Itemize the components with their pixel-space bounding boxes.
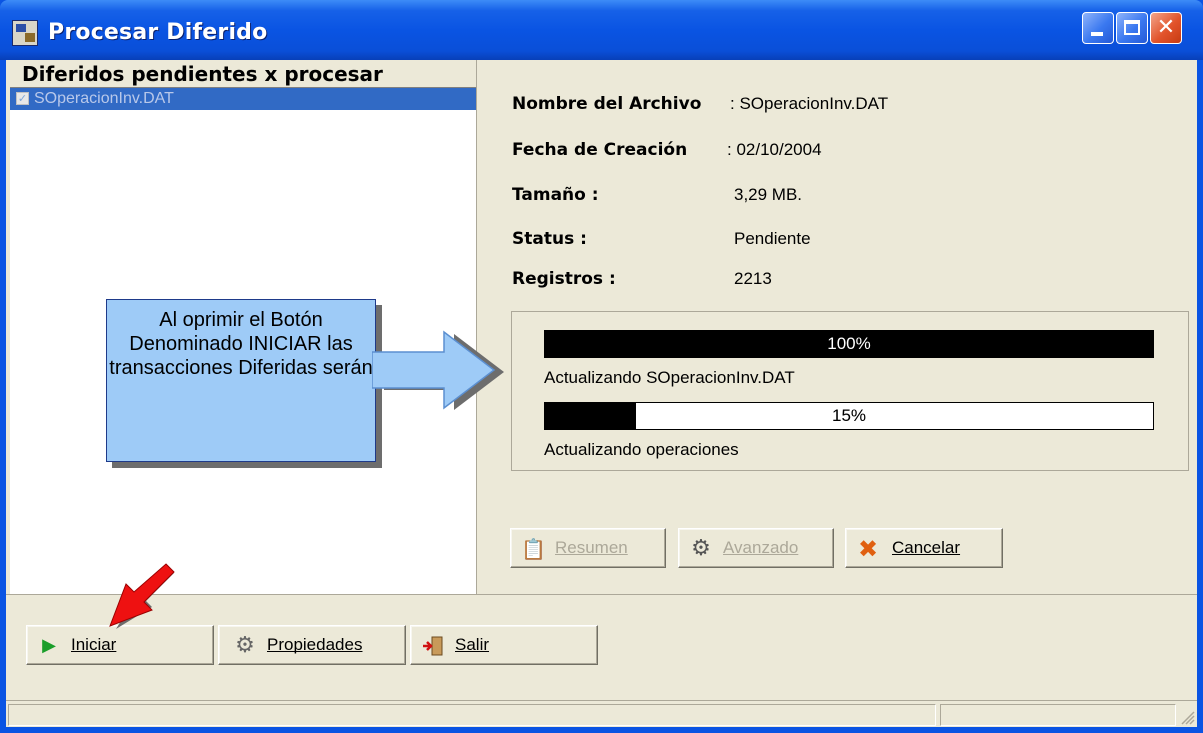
details-panel: Nombre del Archivo : SOperacionInv.DAT F… [480,60,1197,594]
gear-icon: ⚙ [235,633,255,658]
clipboard-icon: 📋 [521,537,546,561]
close-button[interactable]: ✕ [1150,12,1182,44]
file-name-value: : SOperacionInv.DAT [730,94,889,113]
file-progress-label: Actualizando SOperacionInv.DAT [544,368,795,387]
window-title: Procesar Diferido [48,20,268,45]
cancelar-label: Cancelar [892,538,961,557]
play-icon: ▶ [42,635,56,656]
size-value: 3,29 MB. [734,185,803,204]
blue-arrow-icon [372,330,504,410]
app-icon-part [25,33,35,42]
ops-progress-fill [545,403,637,429]
file-name-label: Nombre del Archivo [512,94,702,114]
app-icon[interactable] [12,20,38,46]
resumen-label: Resumen [555,538,628,557]
salir-label: Salir [455,635,490,654]
ops-progress-label: Actualizando operaciones [544,440,739,459]
red-x-icon: ✖ [857,535,879,563]
divider [6,594,1197,595]
ops-progress-bar: 15% [544,402,1154,430]
avanzado-button[interactable]: ⚙ Avanzado [678,528,834,568]
propiedades-label: Propiedades [267,635,363,654]
status-pane-secondary [940,704,1176,726]
exit-door-icon [421,634,445,658]
progress-group: 100% Actualizando SOperacionInv.DAT 15% … [511,311,1189,471]
propiedades-button[interactable]: ⚙ Propiedades [218,625,406,665]
records-label: Registros : [512,269,616,289]
ops-progress-text: 15% [831,406,867,425]
pending-list-header: Diferidos pendientes x procesar [10,60,476,88]
checkbox-icon[interactable]: ✓ [16,92,29,105]
file-progress-bar: 100% [544,330,1154,358]
created-value: : 02/10/2004 [727,140,822,159]
maximize-button[interactable] [1116,12,1148,44]
resumen-button[interactable]: 📋 Resumen [510,528,666,568]
salir-button[interactable]: Salir [410,625,598,665]
list-item[interactable]: ✓ SOperacionInv.DAT [10,88,476,110]
resize-grip-icon[interactable] [1179,709,1195,725]
title-bar[interactable]: Procesar Diferido ✕ [0,0,1203,60]
gear-icon: ⚙ [691,536,711,561]
minimize-button[interactable] [1082,12,1114,44]
size-label: Tamaño : [512,185,599,205]
red-arrow-icon [109,563,175,629]
records-value: 2213 [734,269,772,288]
list-item-label: SOperacionInv.DAT [34,90,174,107]
file-progress-text: 100% [827,334,871,353]
app-icon-part [16,24,26,32]
minimize-icon [1091,32,1103,36]
avanzado-label: Avanzado [723,538,799,557]
status-pane-main [8,704,936,726]
maximize-icon [1124,20,1140,35]
status-value: Pendiente [734,229,811,248]
cancelar-button[interactable]: ✖ Cancelar [845,528,1003,568]
status-bar [6,700,1197,727]
close-icon: ✕ [1156,15,1176,40]
status-label: Status : [512,229,587,249]
annotation-callout: Al oprimir el Botón Denominado INICIAR l… [106,299,376,462]
created-label: Fecha de Creación [512,140,688,160]
